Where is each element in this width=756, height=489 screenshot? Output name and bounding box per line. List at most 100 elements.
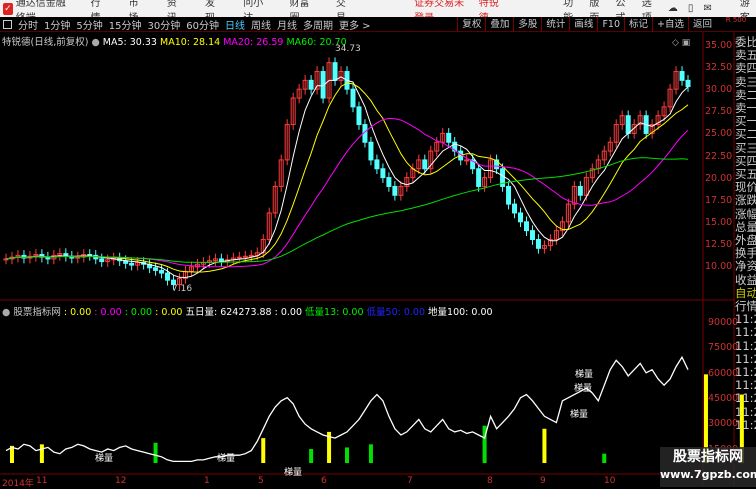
- price-tick: 12.50: [705, 238, 733, 250]
- quote-field: 委比: [735, 36, 756, 49]
- quote-field: 行情: [735, 300, 756, 314]
- volume-label: 梯量: [217, 454, 236, 464]
- candle: [242, 255, 248, 258]
- candle: [422, 159, 428, 170]
- candle: [99, 258, 105, 263]
- candle: [625, 115, 631, 134]
- quote-field: 卖二: [735, 88, 756, 102]
- volume-label: 梯量: [570, 410, 589, 420]
- date-tick: 2014年: [2, 479, 34, 489]
- quote-field: 买一: [735, 115, 756, 129]
- volume-bar: [153, 442, 158, 463]
- volume-tick: 45000: [708, 392, 739, 404]
- price-tick: 35.00: [705, 40, 733, 51]
- ma20-value: MA20: 26.59: [223, 37, 284, 48]
- quote-field: 现价: [735, 181, 756, 195]
- candle: [523, 221, 529, 232]
- quote-field: 11:29: [735, 418, 756, 432]
- candle: [332, 62, 338, 81]
- volume-bar: [368, 444, 373, 463]
- candle: [392, 185, 398, 196]
- date-tick: 9: [540, 476, 546, 486]
- quote-field: 涨跌: [735, 194, 756, 208]
- watermark: 股票指标网 www.7gpzb.com: [660, 447, 756, 487]
- candle: [535, 238, 541, 249]
- candle: [685, 79, 691, 88]
- quote-panel: 委比 卖五 卖四 卖三 卖二 卖一 买一 买二 买三 买四 买五 现价 涨跌 涨幅 总量 外盘 换手 净资 收益 自动…: [735, 36, 756, 432]
- volume-bar: [261, 438, 266, 463]
- low-volume-50: 低量50: 0.00: [366, 307, 426, 318]
- settings-icon[interactable]: ●: [91, 37, 99, 48]
- price-tick: 17.50: [705, 194, 733, 206]
- date-tick: 1: [204, 476, 210, 486]
- price-tick: 25.00: [705, 128, 733, 140]
- stock-name: 特锐德(日线,前复权): [2, 37, 89, 48]
- ma-legend: 特锐德(日线,前复权) ● MA5: 30.33 MA10: 28.14 MA2…: [2, 34, 347, 48]
- candle: [577, 185, 583, 196]
- candle: [87, 254, 93, 257]
- price-tick: 32.50: [705, 62, 733, 74]
- candle: [350, 88, 356, 108]
- quote-field: 买五: [735, 168, 756, 182]
- candle: [153, 267, 159, 271]
- candle: [165, 272, 171, 281]
- watermark-url: www.7gpzb.com: [660, 468, 756, 481]
- price-tick: 27.50: [705, 106, 733, 118]
- candle: [248, 254, 254, 257]
- quote-field: 总量: [735, 220, 756, 234]
- quote-field: 11:29: [735, 313, 756, 327]
- date-tick: 6: [321, 476, 327, 486]
- candle: [518, 212, 524, 223]
- candle: [476, 168, 482, 187]
- date-tick: 7: [407, 476, 413, 486]
- quote-field: 11:29: [735, 405, 756, 419]
- price-tick: 30.00: [705, 84, 733, 96]
- quote-field: 净资: [735, 260, 756, 274]
- quote-field: 涨幅: [735, 207, 756, 221]
- volume-label: 梯量: [575, 370, 594, 380]
- price-tick: 15.00: [705, 216, 733, 228]
- diamond-icon[interactable]: ◇ ▣: [672, 38, 690, 48]
- chart-canvas[interactable]: [0, 0, 756, 487]
- candle: [506, 185, 512, 205]
- indicator-value: : 0.00: [124, 307, 153, 318]
- candle: [386, 177, 392, 187]
- ma5-value: MA5: 30.33: [102, 37, 157, 48]
- volume-tick: 30000: [708, 418, 739, 430]
- candle: [75, 256, 81, 259]
- quote-field: 买三: [735, 141, 756, 155]
- quote-field: 换手: [735, 247, 756, 261]
- ma20-line: [5, 117, 689, 268]
- volume-bar: [309, 449, 314, 463]
- quote-field: 外盘: [735, 234, 756, 248]
- quote-field: 买二: [735, 128, 756, 142]
- candle: [374, 159, 380, 170]
- date-tick: 12: [115, 476, 127, 486]
- candle: [529, 230, 535, 240]
- candle: [380, 168, 386, 179]
- indicator-legend: ● 股票指标网 : 0.00 : 0.00 : 0.00 : 0.00 五日量:…: [2, 304, 493, 318]
- date-tick: 11: [36, 476, 48, 486]
- date-tick: 8: [487, 476, 493, 486]
- price-tick: 22.50: [705, 150, 733, 162]
- settings-icon[interactable]: ●: [2, 307, 10, 318]
- volume-tick: 90000: [708, 317, 739, 328]
- candle: [446, 132, 452, 143]
- quote-field[interactable]: 自动: [735, 287, 756, 300]
- quote-field: 11:29: [735, 352, 756, 366]
- quote-field: 11:29: [735, 339, 756, 353]
- watermark-text: 股票指标网: [673, 449, 743, 465]
- date-tick: 5: [258, 476, 264, 486]
- candle: [368, 141, 374, 161]
- high-label: 34.73: [335, 44, 361, 54]
- date-tick: 10: [604, 476, 616, 486]
- volume-bar: [602, 453, 607, 463]
- price-tick: 10.00: [705, 261, 733, 272]
- quote-field: 卖三: [735, 75, 756, 89]
- quote-field: 11:29: [735, 366, 756, 380]
- volume-bar: [345, 447, 350, 463]
- indicator-name: 股票指标网: [13, 307, 61, 318]
- ground-volume-100: 地量100: 0.00: [428, 307, 493, 318]
- volume-bar: [39, 444, 44, 463]
- candle: [356, 106, 362, 126]
